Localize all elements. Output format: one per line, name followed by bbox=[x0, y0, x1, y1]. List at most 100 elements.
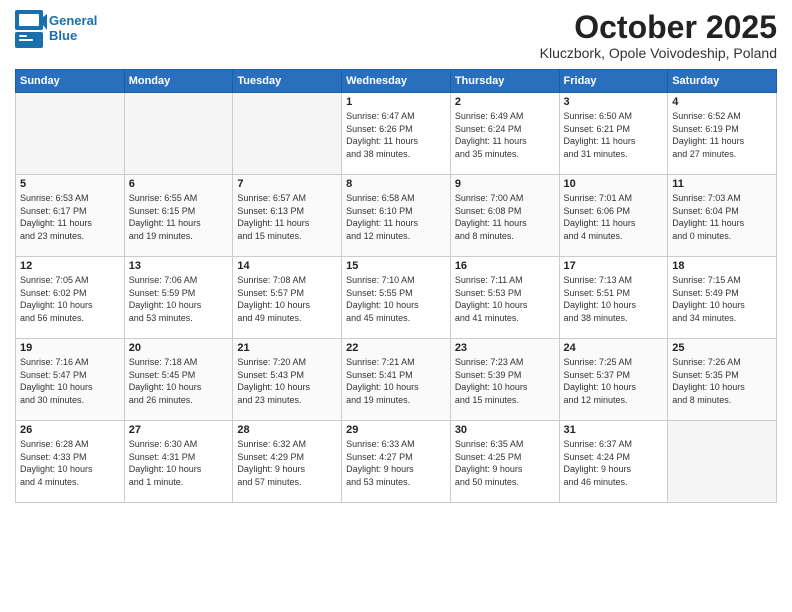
col-header-wednesday: Wednesday bbox=[342, 70, 451, 93]
day-number: 9 bbox=[455, 178, 555, 190]
day-info: Sunrise: 7:15 AM Sunset: 5:49 PM Dayligh… bbox=[672, 274, 772, 324]
week-row-3: 12 Sunrise: 7:05 AM Sunset: 6:02 PM Dayli… bbox=[16, 257, 777, 339]
day-cell: 10Sunrise: 7:01 AM Sunset: 6:06 PM Dayli… bbox=[559, 175, 668, 257]
day-number: 4 bbox=[672, 96, 772, 108]
day-cell: 19 Sunrise: 7:16 AM Sunset: 5:47 PM Dayli… bbox=[16, 339, 125, 421]
day-cell: 18 Sunrise: 7:15 AM Sunset: 5:49 PM Dayli… bbox=[668, 257, 777, 339]
day-number: 11 bbox=[672, 178, 772, 190]
day-cell: 29 Sunrise: 6:33 AM Sunset: 4:27 PM Dayli… bbox=[342, 421, 451, 503]
day-cell: 9 Sunrise: 7:00 AM Sunset: 6:08 PM Daylig… bbox=[450, 175, 559, 257]
day-number: 12 bbox=[20, 260, 120, 272]
week-row-4: 19 Sunrise: 7:16 AM Sunset: 5:47 PM Dayli… bbox=[16, 339, 777, 421]
day-cell: 8 Sunrise: 6:58 AM Sunset: 6:10 PM Daylig… bbox=[342, 175, 451, 257]
day-number: 28 bbox=[237, 424, 337, 436]
day-info: Sunrise: 7:10 AM Sunset: 5:55 PM Dayligh… bbox=[346, 274, 446, 324]
day-info: Sunrise: 7:05 AM Sunset: 6:02 PM Dayligh… bbox=[20, 274, 120, 324]
day-cell: 26 Sunrise: 6:28 AM Sunset: 4:33 PM Dayli… bbox=[16, 421, 125, 503]
calendar-page: General Blue October 2025 Kluczbork, Opo… bbox=[0, 0, 792, 612]
header: General Blue October 2025 Kluczbork, Opo… bbox=[15, 10, 777, 61]
day-info: Sunrise: 6:37 AM Sunset: 4:24 PM Dayligh… bbox=[564, 438, 664, 488]
day-cell bbox=[124, 93, 233, 175]
day-info: Sunrise: 7:20 AM Sunset: 5:43 PM Dayligh… bbox=[237, 356, 337, 406]
day-info: Sunrise: 6:47 AM Sunset: 6:26 PM Dayligh… bbox=[346, 110, 446, 160]
day-cell: 12 Sunrise: 7:05 AM Sunset: 6:02 PM Dayli… bbox=[16, 257, 125, 339]
day-cell: 22 Sunrise: 7:21 AM Sunset: 5:41 PM Dayli… bbox=[342, 339, 451, 421]
day-number: 16 bbox=[455, 260, 555, 272]
day-number: 15 bbox=[346, 260, 446, 272]
day-number: 22 bbox=[346, 342, 446, 354]
day-number: 7 bbox=[237, 178, 337, 190]
day-info: Sunrise: 7:00 AM Sunset: 6:08 PM Dayligh… bbox=[455, 192, 555, 242]
col-header-saturday: Saturday bbox=[668, 70, 777, 93]
day-cell: 20Sunrise: 7:18 AM Sunset: 5:45 PM Dayli… bbox=[124, 339, 233, 421]
header-row: SundayMondayTuesdayWednesdayThursdayFrid… bbox=[16, 70, 777, 93]
day-cell: 4 Sunrise: 6:52 AM Sunset: 6:19 PM Daylig… bbox=[668, 93, 777, 175]
logo-text-blue: Blue bbox=[49, 29, 97, 44]
day-number: 13 bbox=[129, 260, 229, 272]
day-number: 24 bbox=[564, 342, 664, 354]
day-number: 20 bbox=[129, 342, 229, 354]
day-cell: 31 Sunrise: 6:37 AM Sunset: 4:24 PM Dayli… bbox=[559, 421, 668, 503]
day-info: Sunrise: 7:08 AM Sunset: 5:57 PM Dayligh… bbox=[237, 274, 337, 324]
day-cell: 11Sunrise: 7:03 AM Sunset: 6:04 PM Dayli… bbox=[668, 175, 777, 257]
day-info: Sunrise: 6:30 AM Sunset: 4:31 PM Dayligh… bbox=[129, 438, 229, 488]
col-header-monday: Monday bbox=[124, 70, 233, 93]
day-number: 31 bbox=[564, 424, 664, 436]
day-number: 6 bbox=[129, 178, 229, 190]
day-cell: 6 Sunrise: 6:55 AM Sunset: 6:15 PM Daylig… bbox=[124, 175, 233, 257]
week-row-5: 26 Sunrise: 6:28 AM Sunset: 4:33 PM Dayli… bbox=[16, 421, 777, 503]
day-number: 18 bbox=[672, 260, 772, 272]
logo-text-general: General bbox=[49, 14, 97, 29]
day-info: Sunrise: 7:06 AM Sunset: 5:59 PM Dayligh… bbox=[129, 274, 229, 324]
day-cell: 2Sunrise: 6:49 AM Sunset: 6:24 PM Daylig… bbox=[450, 93, 559, 175]
day-number: 2 bbox=[455, 96, 555, 108]
day-number: 5 bbox=[20, 178, 120, 190]
day-info: Sunrise: 6:58 AM Sunset: 6:10 PM Dayligh… bbox=[346, 192, 446, 242]
day-cell: 7 Sunrise: 6:57 AM Sunset: 6:13 PM Daylig… bbox=[233, 175, 342, 257]
day-cell bbox=[233, 93, 342, 175]
day-info: Sunrise: 6:52 AM Sunset: 6:19 PM Dayligh… bbox=[672, 110, 772, 160]
week-row-1: 1 Sunrise: 6:47 AM Sunset: 6:26 PM Daylig… bbox=[16, 93, 777, 175]
day-info: Sunrise: 7:11 AM Sunset: 5:53 PM Dayligh… bbox=[455, 274, 555, 324]
day-info: Sunrise: 7:23 AM Sunset: 5:39 PM Dayligh… bbox=[455, 356, 555, 406]
day-info: Sunrise: 7:16 AM Sunset: 5:47 PM Dayligh… bbox=[20, 356, 120, 406]
location: Kluczbork, Opole Voivodeship, Poland bbox=[540, 45, 777, 61]
day-number: 14 bbox=[237, 260, 337, 272]
title-block: October 2025 Kluczbork, Opole Voivodeshi… bbox=[540, 10, 777, 61]
calendar-table: SundayMondayTuesdayWednesdayThursdayFrid… bbox=[15, 69, 777, 503]
day-cell: 5Sunrise: 6:53 AM Sunset: 6:17 PM Daylig… bbox=[16, 175, 125, 257]
day-number: 3 bbox=[564, 96, 664, 108]
day-number: 8 bbox=[346, 178, 446, 190]
day-info: Sunrise: 6:28 AM Sunset: 4:33 PM Dayligh… bbox=[20, 438, 120, 488]
day-info: Sunrise: 6:55 AM Sunset: 6:15 PM Dayligh… bbox=[129, 192, 229, 242]
day-cell: 16 Sunrise: 7:11 AM Sunset: 5:53 PM Dayli… bbox=[450, 257, 559, 339]
day-info: Sunrise: 6:33 AM Sunset: 4:27 PM Dayligh… bbox=[346, 438, 446, 488]
day-info: Sunrise: 7:26 AM Sunset: 5:35 PM Dayligh… bbox=[672, 356, 772, 406]
day-info: Sunrise: 6:57 AM Sunset: 6:13 PM Dayligh… bbox=[237, 192, 337, 242]
day-cell: 21 Sunrise: 7:20 AM Sunset: 5:43 PM Dayli… bbox=[233, 339, 342, 421]
day-number: 26 bbox=[20, 424, 120, 436]
col-header-tuesday: Tuesday bbox=[233, 70, 342, 93]
day-number: 19 bbox=[20, 342, 120, 354]
day-number: 25 bbox=[672, 342, 772, 354]
day-number: 27 bbox=[129, 424, 229, 436]
week-row-2: 5Sunrise: 6:53 AM Sunset: 6:17 PM Daylig… bbox=[16, 175, 777, 257]
day-cell: 14 Sunrise: 7:08 AM Sunset: 5:57 PM Dayli… bbox=[233, 257, 342, 339]
day-cell: 30Sunrise: 6:35 AM Sunset: 4:25 PM Dayli… bbox=[450, 421, 559, 503]
day-info: Sunrise: 6:35 AM Sunset: 4:25 PM Dayligh… bbox=[455, 438, 555, 488]
logo: General Blue bbox=[15, 10, 97, 48]
day-cell: 27 Sunrise: 6:30 AM Sunset: 4:31 PM Dayli… bbox=[124, 421, 233, 503]
month-title: October 2025 bbox=[540, 10, 777, 45]
day-cell: 28Sunrise: 6:32 AM Sunset: 4:29 PM Dayli… bbox=[233, 421, 342, 503]
day-number: 29 bbox=[346, 424, 446, 436]
day-cell: 1 Sunrise: 6:47 AM Sunset: 6:26 PM Daylig… bbox=[342, 93, 451, 175]
day-info: Sunrise: 7:13 AM Sunset: 5:51 PM Dayligh… bbox=[564, 274, 664, 324]
col-header-thursday: Thursday bbox=[450, 70, 559, 93]
day-cell: 13 Sunrise: 7:06 AM Sunset: 5:59 PM Dayli… bbox=[124, 257, 233, 339]
day-info: Sunrise: 7:21 AM Sunset: 5:41 PM Dayligh… bbox=[346, 356, 446, 406]
day-cell: 3 Sunrise: 6:50 AM Sunset: 6:21 PM Daylig… bbox=[559, 93, 668, 175]
day-number: 21 bbox=[237, 342, 337, 354]
day-number: 1 bbox=[346, 96, 446, 108]
day-cell bbox=[668, 421, 777, 503]
day-info: Sunrise: 6:50 AM Sunset: 6:21 PM Dayligh… bbox=[564, 110, 664, 160]
